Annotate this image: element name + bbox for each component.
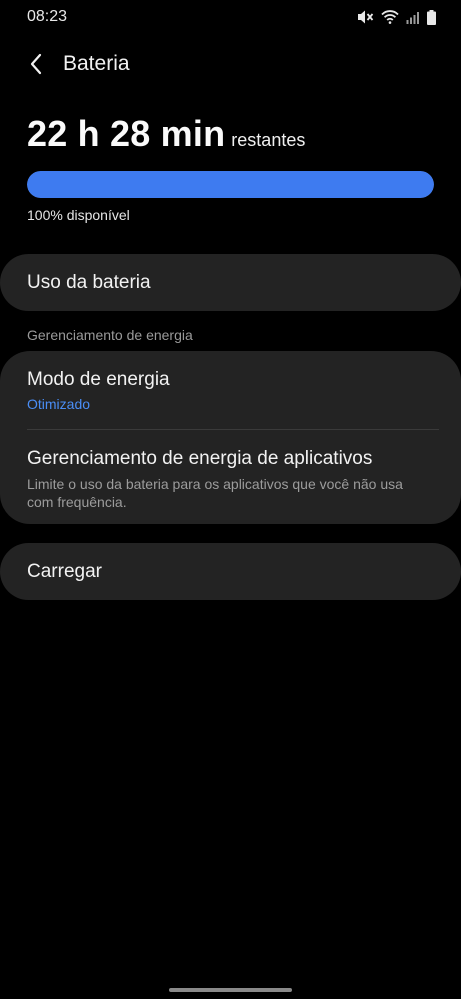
power-mode-value: Otimizado <box>27 396 91 412</box>
status-bar: 08:23 <box>0 0 461 36</box>
remaining-time-display: 22 h 28 min restantes <box>27 113 305 155</box>
charging-item[interactable]: Carregar <box>0 543 461 600</box>
power-mode-item[interactable]: Modo de energia Otimizado <box>0 351 461 429</box>
battery-settings-screen: 08:23 Bateria 22 h 28 min restantes 100%… <box>0 0 461 999</box>
power-mode-label: Modo de energia <box>27 369 170 390</box>
power-management-card: Modo de energia Otimizado Gerenciamento … <box>0 351 461 524</box>
battery-level-fill <box>27 171 434 198</box>
battery-usage-label: Uso da bateria <box>27 271 151 293</box>
back-button[interactable] <box>22 50 50 82</box>
home-indicator[interactable] <box>169 988 292 992</box>
remaining-suffix: restantes <box>231 130 306 150</box>
app-power-management-label: Gerenciamento de energia de aplicativos <box>27 448 373 469</box>
battery-level-bar <box>27 171 434 198</box>
battery-available-text: 100% disponível <box>27 207 130 223</box>
mute-vibrate-icon <box>357 9 374 25</box>
cellular-signal-icon <box>406 11 420 24</box>
battery-usage-item[interactable]: Uso da bateria <box>0 254 461 311</box>
remaining-time: 22 h 28 min <box>27 113 226 154</box>
battery-icon <box>427 9 436 25</box>
status-icons <box>357 9 436 25</box>
battery-usage-card: Uso da bateria <box>0 254 461 311</box>
status-time: 08:23 <box>27 8 68 25</box>
app-power-management-description: Limite o uso da bateria para os aplicati… <box>27 476 403 510</box>
charging-label: Carregar <box>27 560 102 582</box>
wifi-icon <box>381 10 399 24</box>
chevron-left-icon <box>29 53 43 80</box>
page-title: Bateria <box>63 52 130 75</box>
section-header-power-management: Gerenciamento de energia <box>27 327 193 343</box>
charging-card: Carregar <box>0 543 461 600</box>
app-power-management-item[interactable]: Gerenciamento de energia de aplicativos … <box>0 430 461 524</box>
